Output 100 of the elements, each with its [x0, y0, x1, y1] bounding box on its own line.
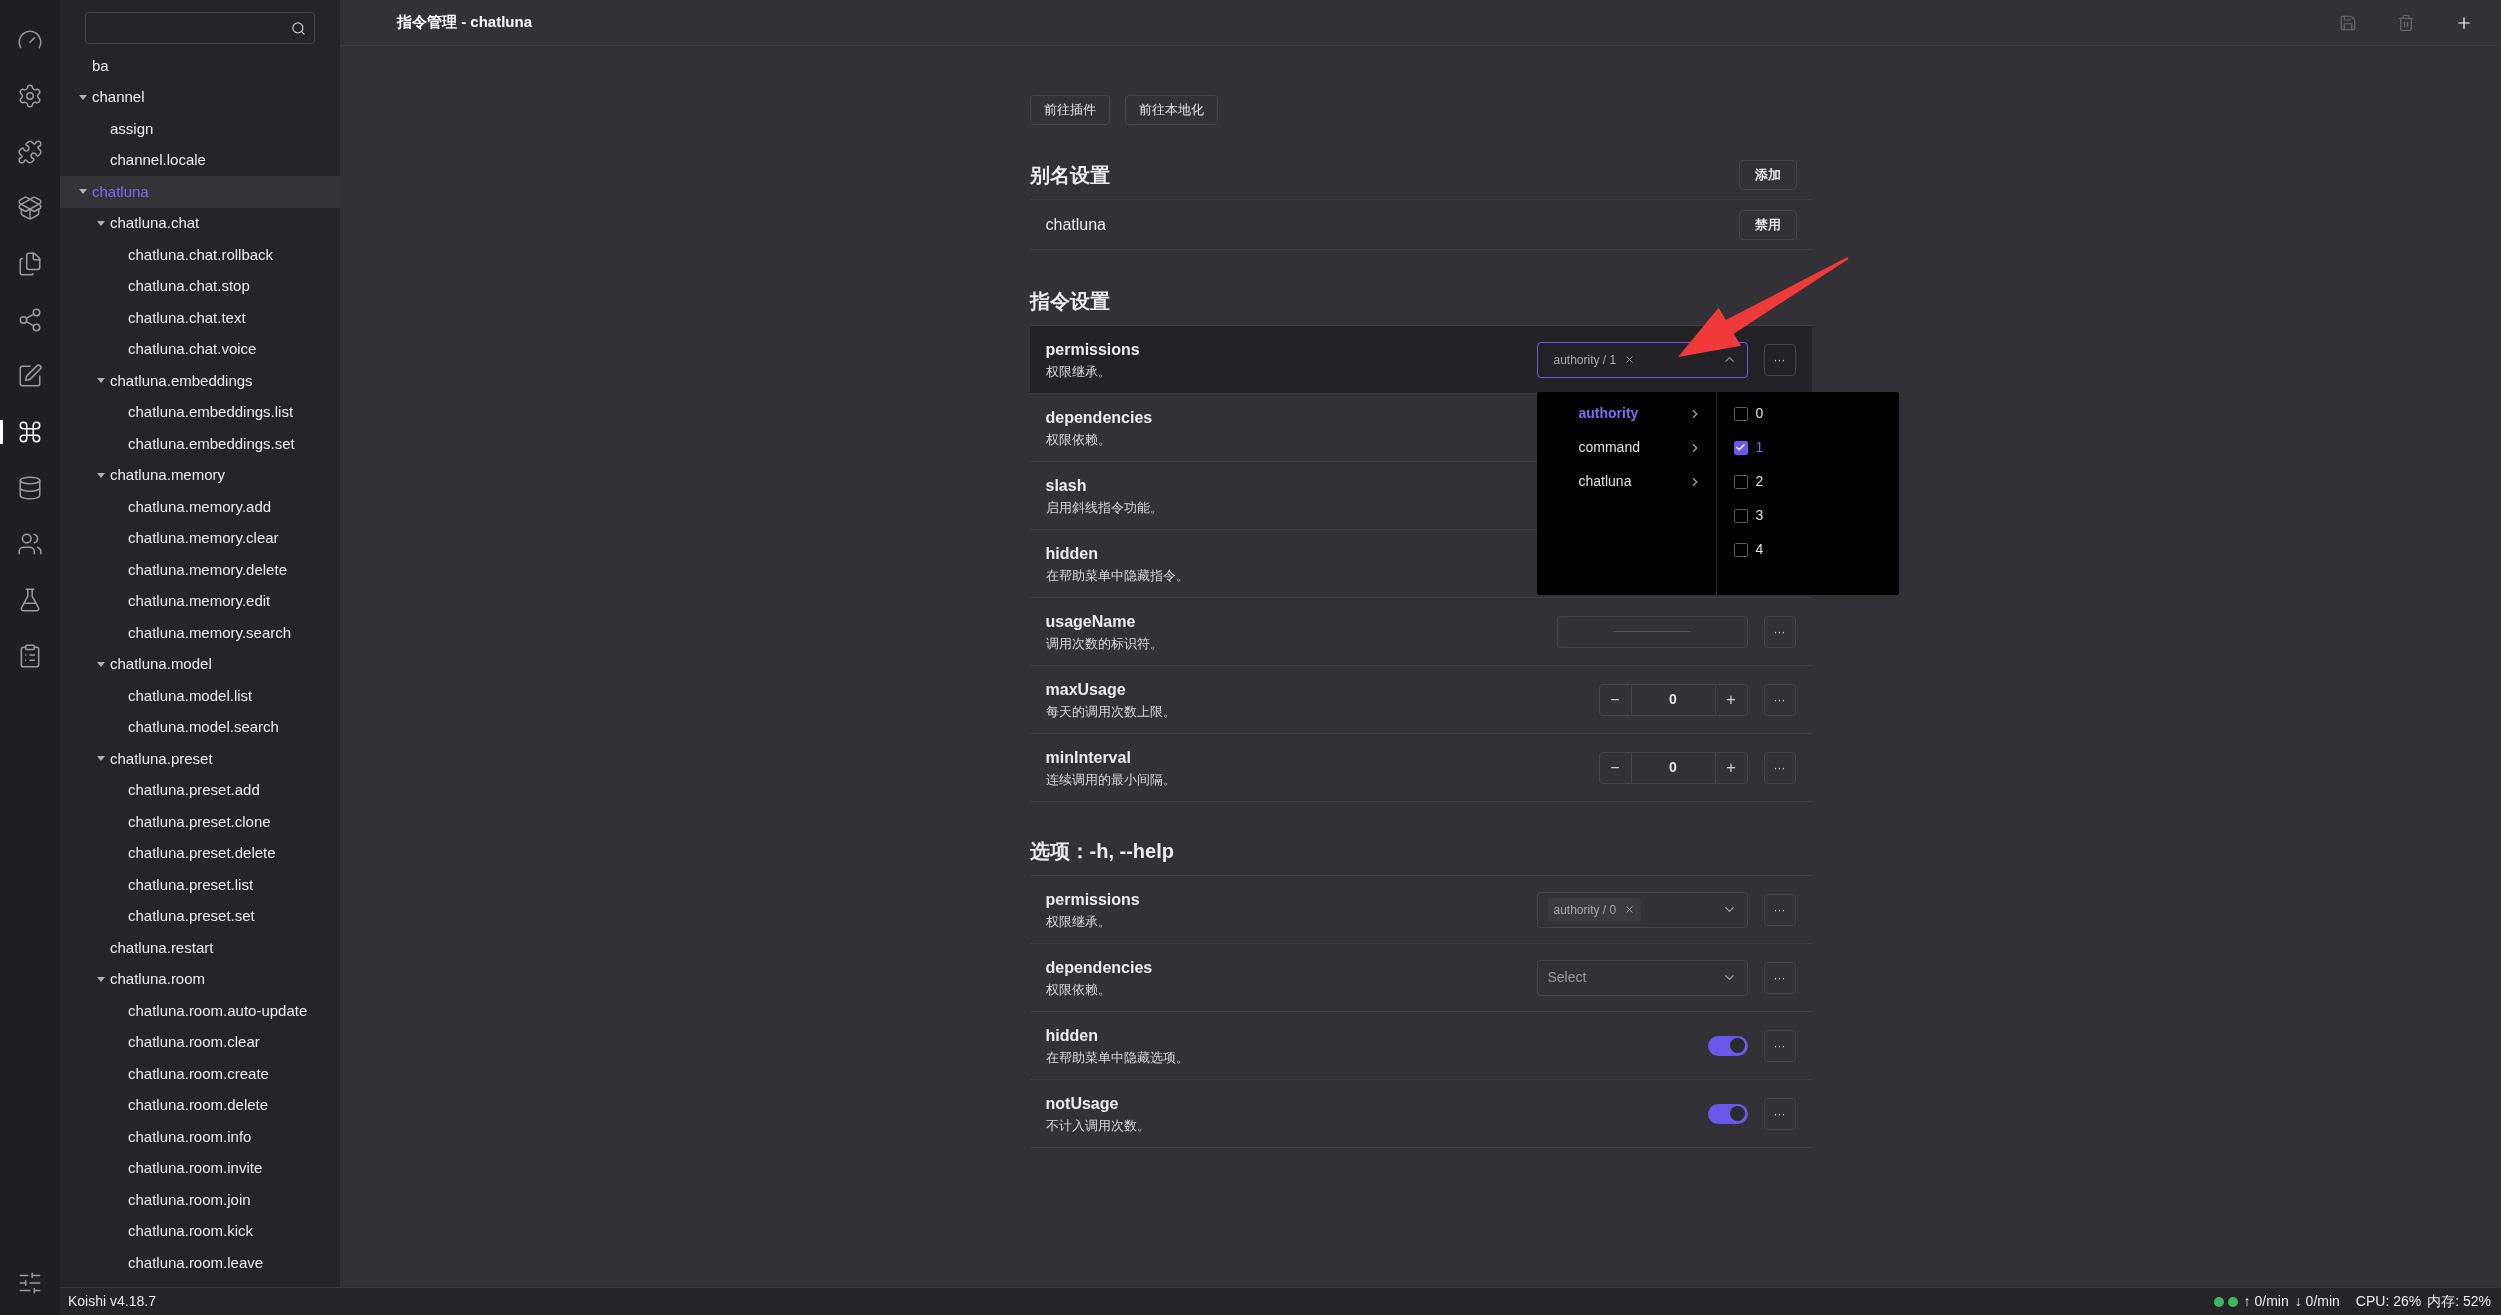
caret-down-icon	[97, 378, 105, 384]
setting-description: 权限依赖。	[1045, 430, 1111, 449]
toggle-switch[interactable]	[1707, 1103, 1748, 1124]
tree-item[interactable]: chatluna.chat.voice	[60, 333, 340, 365]
tree-item[interactable]: chatluna.embeddings.set	[60, 428, 340, 460]
select-field[interactable]: authority / 0	[1536, 891, 1748, 928]
tree-item[interactable]: chatluna.room.join	[60, 1184, 340, 1216]
checkbox[interactable]	[1733, 406, 1748, 421]
tree-item[interactable]: chatluna.embeddings	[60, 365, 340, 397]
tag: authority / 1	[1547, 347, 1642, 372]
tree-item[interactable]: ba	[60, 50, 340, 82]
tree-item[interactable]: chatluna.model	[60, 648, 340, 680]
tree-item[interactable]: chatluna.memory.delete	[60, 554, 340, 586]
tree-item[interactable]: chatluna.chat.stop	[60, 270, 340, 302]
checkbox[interactable]	[1733, 440, 1748, 455]
tree-item[interactable]: chatluna.room.delete	[60, 1089, 340, 1121]
more-button[interactable]: ···	[1763, 1029, 1796, 1062]
caret-down-icon	[97, 976, 105, 982]
tree-item[interactable]: chatluna.room.invite	[60, 1152, 340, 1184]
toggle-switch[interactable]	[1707, 1035, 1748, 1056]
tree-item[interactable]: chatluna.preset.list	[60, 869, 340, 901]
input-field[interactable]	[1556, 615, 1748, 648]
tree-item[interactable]: chatluna.room.info	[60, 1121, 340, 1153]
checkbox[interactable]	[1733, 542, 1748, 557]
more-button[interactable]: ···	[1763, 683, 1796, 716]
link-button[interactable]: 前往本地化	[1124, 95, 1218, 125]
tree-item[interactable]: chatluna.room.create	[60, 1058, 340, 1090]
increment-button[interactable]: +	[1714, 751, 1748, 784]
tree-item[interactable]: chatluna.chat.text	[60, 302, 340, 334]
link-button[interactable]: 前往插件	[1029, 95, 1110, 125]
select-field[interactable]: Select	[1536, 959, 1748, 996]
tree-item[interactable]: assign	[60, 113, 340, 145]
tree-item[interactable]: chatluna.preset.delete	[60, 837, 340, 869]
tree-item[interactable]: chatluna.memory	[60, 459, 340, 491]
tree-item[interactable]: chatluna.room.auto-update	[60, 995, 340, 1027]
tree-item[interactable]: chatluna.model.search	[60, 711, 340, 743]
tree-item[interactable]: chatluna.memory.clear	[60, 522, 340, 554]
caret-down-icon	[79, 189, 87, 195]
decrement-button[interactable]: −	[1598, 751, 1632, 784]
more-button[interactable]: ···	[1763, 343, 1796, 376]
more-button[interactable]: ···	[1763, 1097, 1796, 1130]
tree-item[interactable]: chatluna.preset	[60, 743, 340, 775]
caret-down-icon	[97, 472, 105, 478]
caret-down-icon	[97, 756, 105, 762]
decrement-button[interactable]: −	[1598, 683, 1632, 716]
tree-item[interactable]: chatluna.chat.rollback	[60, 239, 340, 271]
tree-item[interactable]: chatluna.chat	[60, 207, 340, 239]
menu-item[interactable]: authority	[1536, 396, 1716, 431]
tree-item[interactable]: chatluna.restart	[60, 932, 340, 964]
setting-name: dependencies	[1045, 957, 1153, 978]
search-field[interactable]	[85, 12, 315, 44]
add-button[interactable]: 添加	[1738, 159, 1797, 190]
more-button[interactable]: ···	[1763, 893, 1796, 926]
more-button[interactable]: ···	[1763, 751, 1796, 784]
tree-item[interactable]: chatluna.memory.search	[60, 617, 340, 649]
tree-item[interactable]: chatluna.room	[60, 963, 340, 995]
increment-button[interactable]: +	[1714, 683, 1748, 716]
alias-name: chatluna	[1045, 214, 1106, 235]
tree-item[interactable]: channel	[60, 81, 340, 113]
disable-button[interactable]: 禁用	[1738, 209, 1797, 240]
select-placeholder: Select	[1547, 968, 1587, 987]
checkbox[interactable]	[1733, 474, 1748, 489]
number-input[interactable]: 0	[1631, 751, 1715, 784]
menu-item[interactable]: chatluna	[1536, 464, 1716, 499]
setting-description: 在帮助菜单中隐藏指令。	[1045, 566, 1189, 585]
page-title: 指令管理 - chatluna	[397, 12, 533, 33]
option-label: 4	[1755, 540, 1764, 559]
tree-item[interactable]: chatluna.memory.add	[60, 491, 340, 523]
tree-item[interactable]: chatluna.room.clear	[60, 1026, 340, 1058]
option-label: 0	[1755, 404, 1764, 423]
section-heading: 别名设置	[1029, 162, 1110, 188]
tree-item[interactable]: chatluna.room.leave	[60, 1247, 340, 1279]
option-label: 2	[1755, 472, 1764, 491]
memory-usage: 内存: 52%	[2427, 1292, 2491, 1311]
option-label: 3	[1755, 506, 1764, 525]
tree-item[interactable]: chatluna.preset.add	[60, 774, 340, 806]
menu-item[interactable]: command	[1536, 430, 1716, 465]
tree-item[interactable]: chatluna.model.list	[60, 680, 340, 712]
option-label: 1	[1755, 438, 1764, 457]
caret-down-icon	[97, 661, 105, 667]
tree-item[interactable]: chatluna.preset.clone	[60, 806, 340, 838]
more-button[interactable]: ···	[1763, 615, 1796, 648]
setting-description: 权限继承。	[1045, 912, 1111, 931]
more-button[interactable]: ···	[1763, 961, 1796, 994]
tree-item[interactable]: chatluna.memory.edit	[60, 585, 340, 617]
caret-down-icon	[97, 220, 105, 226]
tree-item[interactable]: chatluna.room.kick	[60, 1215, 340, 1247]
setting-name: dependencies	[1045, 407, 1153, 428]
setting-description: 每天的调用次数上限。	[1045, 702, 1176, 721]
close-icon[interactable]	[1624, 354, 1636, 365]
close-icon[interactable]	[1624, 904, 1636, 915]
setting-description: 不计入调用次数。	[1045, 1116, 1150, 1135]
number-input[interactable]: 0	[1631, 683, 1715, 716]
tree-item[interactable]: chatluna.preset.set	[60, 900, 340, 932]
caret-down-icon	[79, 94, 87, 100]
checkbox[interactable]	[1733, 508, 1748, 523]
setting-name: minInterval	[1045, 747, 1131, 768]
tree-item[interactable]: chatluna.embeddings.list	[60, 396, 340, 428]
tree-item[interactable]: channel.locale	[60, 144, 340, 176]
received-rate: ↓ 0/min	[2294, 1292, 2340, 1311]
